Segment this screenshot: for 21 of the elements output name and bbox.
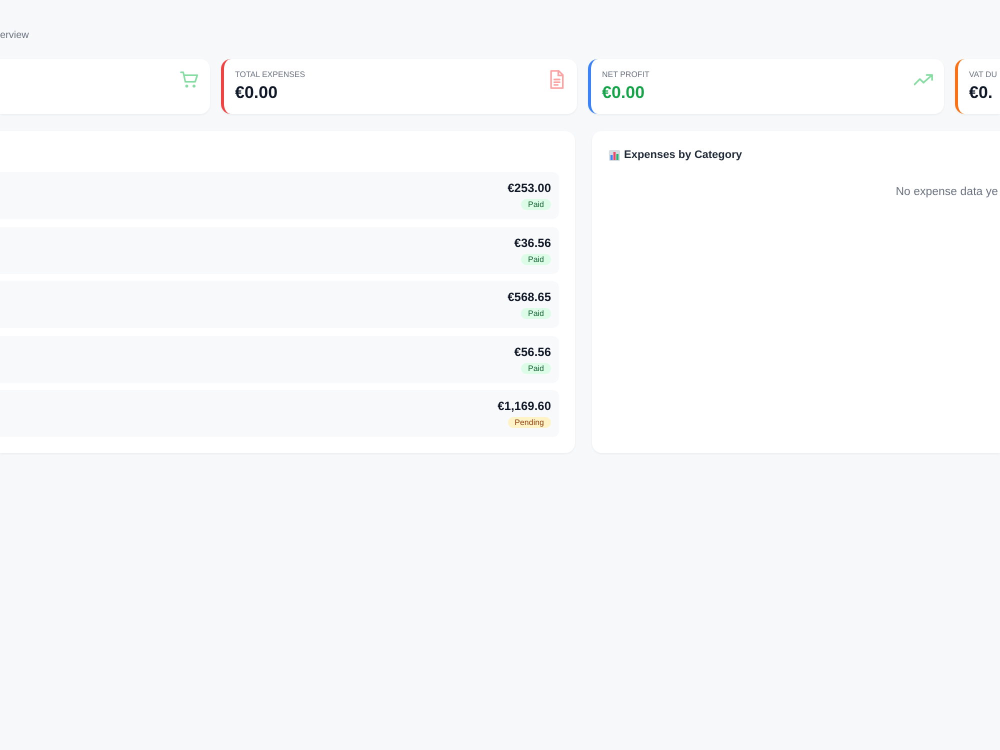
status-tag: Paid	[520, 308, 551, 319]
stat-label: TOTAL EXPENSES	[235, 70, 306, 80]
cart-icon	[180, 70, 199, 89]
stat-value: €0.00	[235, 83, 278, 103]
transaction-amount: €1,169.60	[498, 399, 551, 414]
empty-state-text: No expense data ye	[896, 185, 998, 199]
transaction-amount: €568.65	[508, 290, 551, 305]
page-subtitle: erview	[0, 30, 29, 41]
status-tag: Paid	[520, 362, 551, 374]
transaction-amount: €36.56	[514, 236, 551, 250]
stat-value: €0.	[969, 83, 993, 103]
status-tag: Paid	[520, 199, 551, 210]
stat-label: NET PROFIT	[602, 70, 650, 80]
transaction-amount: €253.00	[508, 181, 551, 196]
chart-title: Expenses by Category	[624, 148, 742, 162]
status-tag: Pending	[508, 417, 551, 428]
stat-value: €0.00	[602, 83, 645, 103]
stat-label: VAT DU	[969, 70, 998, 80]
status-tag: Paid	[520, 254, 551, 264]
bar-chart-icon	[609, 150, 620, 160]
transaction-amount: €56.56	[514, 344, 551, 360]
